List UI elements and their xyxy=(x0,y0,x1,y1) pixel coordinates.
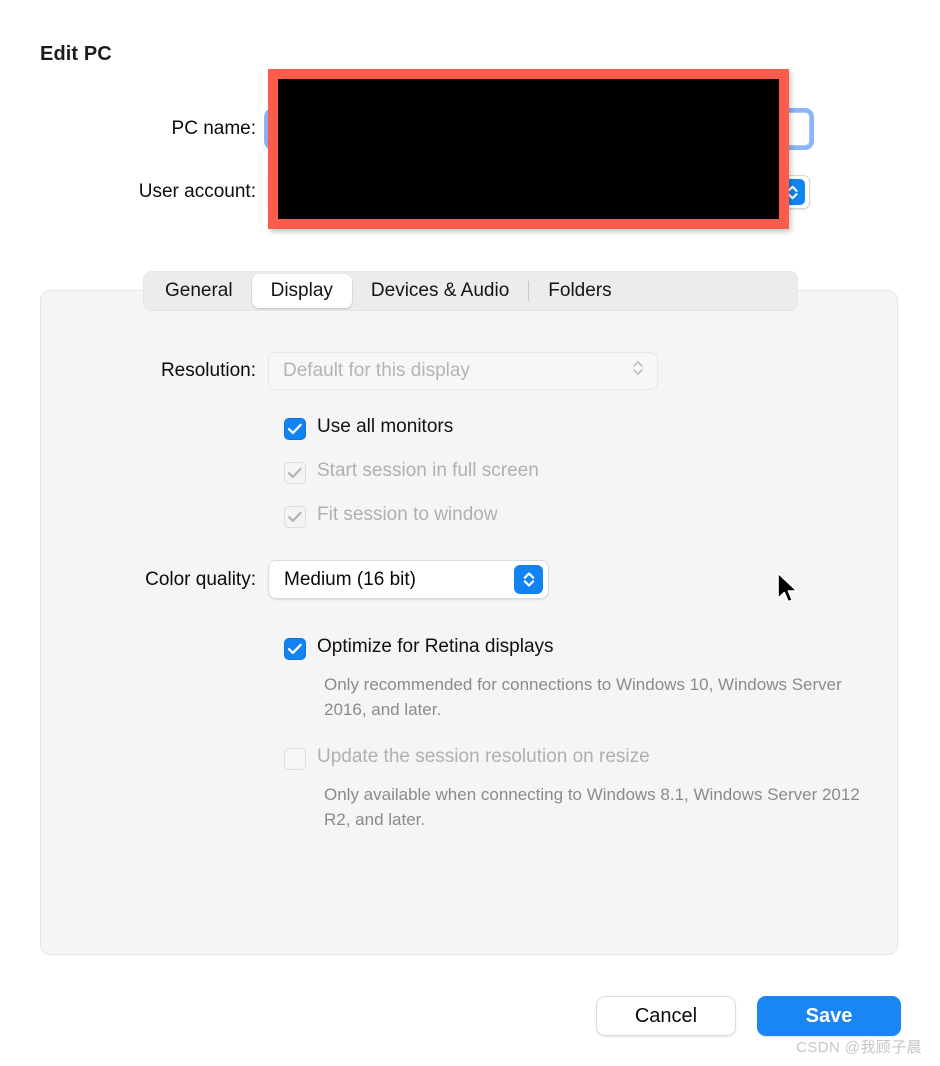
resolution-row: Resolution: Default for this display xyxy=(0,352,658,390)
color-quality-row: Color quality: Medium (16 bit) xyxy=(0,560,549,599)
checkbox-fit-session-to-window xyxy=(284,506,306,528)
start-full-screen-label: Start session in full screen xyxy=(317,460,539,481)
update-resolution-on-resize-row: Update the session resolution on resize xyxy=(284,746,650,770)
optimize-retina-help: Only recommended for connections to Wind… xyxy=(324,675,842,719)
checkbox-update-resolution-on-resize xyxy=(284,748,306,770)
color-quality-label: Color quality: xyxy=(145,568,256,590)
save-button[interactable]: Save xyxy=(757,996,901,1036)
tab-bar: General Display Devices & Audio Folders xyxy=(143,271,798,311)
watermark: CSDN @我顾子晨 xyxy=(796,1039,922,1056)
update-resolution-on-resize-label: Update the session resolution on resize xyxy=(317,746,650,767)
use-all-monitors-label: Use all monitors xyxy=(317,416,454,437)
resolution-dropdown[interactable]: Default for this display xyxy=(268,352,658,390)
start-full-screen-row: Start session in full screen xyxy=(284,460,539,484)
page-title: Edit PC xyxy=(40,43,112,65)
tab-folders[interactable]: Folders xyxy=(529,274,630,308)
cancel-button[interactable]: Cancel xyxy=(596,996,736,1036)
use-all-monitors-row[interactable]: Use all monitors xyxy=(284,416,454,440)
user-account-label: User account: xyxy=(138,181,256,202)
resolution-value: Default for this display xyxy=(283,360,470,381)
color-quality-dropdown[interactable]: Medium (16 bit) xyxy=(268,560,549,599)
resolution-label: Resolution: xyxy=(160,360,256,381)
checkbox-start-full-screen xyxy=(284,462,306,484)
optimize-retina-label: Optimize for Retina displays xyxy=(317,636,554,657)
fit-session-to-window-row: Fit session to window xyxy=(284,504,498,528)
chevron-updown-icon-disabled xyxy=(631,358,645,384)
pc-name-label: PC name: xyxy=(171,118,256,139)
checkbox-use-all-monitors[interactable] xyxy=(284,418,306,440)
color-quality-value: Medium (16 bit) xyxy=(284,568,416,590)
fit-session-to-window-label: Fit session to window xyxy=(317,504,498,525)
redaction-highlight-box xyxy=(268,69,789,229)
update-resolution-on-resize-help: Only available when connecting to Window… xyxy=(324,785,860,829)
optimize-retina-row[interactable]: Optimize for Retina displays xyxy=(284,636,554,660)
tab-devices-audio[interactable]: Devices & Audio xyxy=(352,274,528,308)
chevron-updown-icon[interactable] xyxy=(514,565,543,594)
tab-general[interactable]: General xyxy=(146,274,252,308)
tab-display[interactable]: Display xyxy=(251,274,352,308)
edit-pc-dialog: Edit PC PC name: User account: General D… xyxy=(0,0,940,1066)
checkbox-optimize-retina[interactable] xyxy=(284,638,306,660)
